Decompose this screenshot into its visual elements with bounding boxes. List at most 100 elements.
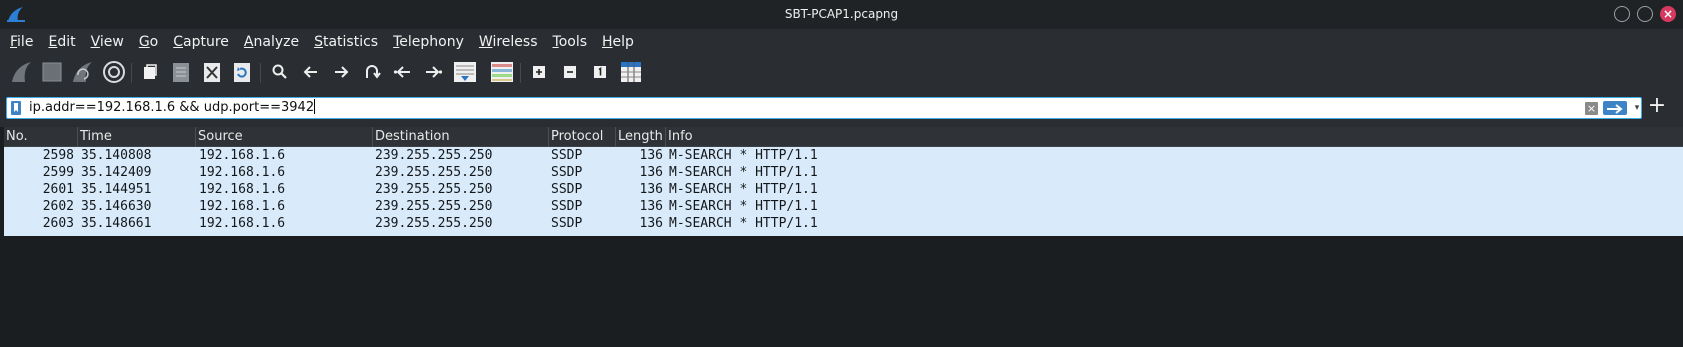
start-capture-icon[interactable] bbox=[9, 59, 35, 85]
zoom-in-icon[interactable] bbox=[526, 59, 552, 85]
restart-capture-icon[interactable] bbox=[70, 59, 96, 85]
save-file-icon[interactable] bbox=[168, 59, 194, 85]
packet-length: 136 bbox=[639, 216, 663, 231]
packet-protocol: SSDP bbox=[551, 165, 583, 180]
filter-dropdown-icon[interactable]: ▾ bbox=[1632, 101, 1642, 115]
bookmark-icon[interactable] bbox=[11, 101, 21, 115]
main-toolbar bbox=[0, 55, 1683, 91]
packet-destination: 239.255.255.250 bbox=[375, 148, 493, 163]
filter-text[interactable]: ip.addr==192.168.1.6 && udp.port==3942 bbox=[29, 100, 314, 115]
menu-go[interactable]: Go bbox=[137, 34, 160, 50]
menu-file[interactable]: File bbox=[8, 34, 35, 50]
packet-info: M-SEARCH * HTTP/1.1 bbox=[669, 199, 818, 214]
menu-tools[interactable]: Tools bbox=[551, 34, 590, 50]
packet-no: 2602 bbox=[42, 199, 74, 214]
column-header-time[interactable]: Time bbox=[78, 127, 196, 147]
packet-list[interactable]: No. Time Source Destination Protocol Len… bbox=[4, 127, 1683, 347]
normal-size-icon[interactable] bbox=[587, 59, 613, 85]
packet-source: 192.168.1.6 bbox=[199, 182, 286, 197]
packet-protocol: SSDP bbox=[551, 199, 583, 214]
packet-protocol: SSDP bbox=[551, 182, 583, 197]
go-back-icon[interactable] bbox=[298, 59, 324, 85]
packet-time: 35.144951 bbox=[81, 182, 152, 197]
go-last-icon[interactable] bbox=[420, 59, 446, 85]
packet-no: 2601 bbox=[42, 182, 74, 197]
menu-bar: File Edit View Go Capture Analyze Statis… bbox=[0, 29, 1683, 55]
packet-protocol: SSDP bbox=[551, 216, 583, 231]
packet-source: 192.168.1.6 bbox=[199, 199, 286, 214]
packet-length: 136 bbox=[639, 148, 663, 163]
packet-list-padding bbox=[4, 232, 1683, 236]
packet-destination: 239.255.255.250 bbox=[375, 199, 493, 214]
packet-length: 136 bbox=[639, 199, 663, 214]
menu-statistics[interactable]: Statistics bbox=[312, 34, 380, 50]
column-header-length[interactable]: Length bbox=[616, 127, 666, 147]
arrow-right-icon bbox=[1607, 104, 1623, 114]
packet-no: 2603 bbox=[42, 216, 74, 231]
menu-capture[interactable]: Capture bbox=[171, 34, 231, 50]
close-button[interactable]: × bbox=[1660, 6, 1676, 22]
display-filter-bar: ip.addr==192.168.1.6 && udp.port==3942 ×… bbox=[0, 91, 1683, 127]
stop-capture-icon[interactable] bbox=[39, 59, 65, 85]
column-header-source[interactable]: Source bbox=[196, 127, 373, 147]
column-header-info[interactable]: Info bbox=[666, 127, 1683, 147]
packet-row[interactable]: 2599 35.142409 192.168.1.6 239.255.255.2… bbox=[4, 164, 1683, 181]
packet-info: M-SEARCH * HTTP/1.1 bbox=[669, 216, 818, 231]
add-filter-button[interactable]: + bbox=[1646, 95, 1668, 117]
packet-time: 35.140808 bbox=[81, 148, 152, 163]
column-header-protocol[interactable]: Protocol bbox=[549, 127, 616, 147]
packet-row[interactable]: 2602 35.146630 192.168.1.6 239.255.255.2… bbox=[4, 198, 1683, 215]
packet-info: M-SEARCH * HTTP/1.1 bbox=[669, 148, 818, 163]
packet-list-header: No. Time Source Destination Protocol Len… bbox=[4, 127, 1683, 147]
close-icon: × bbox=[1662, 7, 1674, 21]
packet-time: 35.146630 bbox=[81, 199, 152, 214]
clear-filter-icon[interactable]: × bbox=[1585, 102, 1598, 115]
auto-scroll-icon[interactable] bbox=[452, 59, 478, 85]
packet-rows: 2598 35.140808 192.168.1.6 239.255.255.2… bbox=[4, 147, 1683, 236]
menu-wireless[interactable]: Wireless bbox=[477, 34, 540, 50]
resize-columns-icon[interactable] bbox=[618, 59, 644, 85]
minimize-button[interactable] bbox=[1614, 6, 1630, 22]
capture-options-icon[interactable] bbox=[101, 59, 127, 85]
menu-edit[interactable]: Edit bbox=[46, 34, 77, 50]
open-file-icon[interactable] bbox=[137, 59, 163, 85]
packet-row[interactable]: 2598 35.140808 192.168.1.6 239.255.255.2… bbox=[4, 147, 1683, 164]
packet-length: 136 bbox=[639, 165, 663, 180]
go-first-icon[interactable] bbox=[390, 59, 416, 85]
menu-telephony[interactable]: Telephony bbox=[391, 34, 466, 50]
packet-time: 35.148661 bbox=[81, 216, 152, 231]
packet-destination: 239.255.255.250 bbox=[375, 216, 493, 231]
menu-help[interactable]: Help bbox=[600, 34, 636, 50]
column-header-destination[interactable]: Destination bbox=[373, 127, 549, 147]
packet-destination: 239.255.255.250 bbox=[375, 165, 493, 180]
packet-protocol: SSDP bbox=[551, 148, 583, 163]
menu-view[interactable]: View bbox=[89, 34, 126, 50]
column-header-no[interactable]: No. bbox=[4, 127, 78, 147]
apply-filter-button[interactable] bbox=[1603, 101, 1627, 115]
zoom-out-icon[interactable] bbox=[557, 59, 583, 85]
maximize-button[interactable] bbox=[1637, 6, 1653, 22]
packet-info: M-SEARCH * HTTP/1.1 bbox=[669, 182, 818, 197]
text-cursor bbox=[314, 99, 316, 114]
packet-no: 2598 bbox=[42, 148, 74, 163]
reload-file-icon[interactable] bbox=[229, 59, 255, 85]
packet-row[interactable]: 2601 35.144951 192.168.1.6 239.255.255.2… bbox=[4, 181, 1683, 198]
packet-destination: 239.255.255.250 bbox=[375, 182, 493, 197]
go-forward-icon[interactable] bbox=[328, 59, 354, 85]
packet-length: 136 bbox=[639, 182, 663, 197]
packet-row[interactable]: 2603 35.148661 192.168.1.6 239.255.255.2… bbox=[4, 215, 1683, 232]
packet-source: 192.168.1.6 bbox=[199, 165, 286, 180]
colorize-icon[interactable] bbox=[489, 59, 515, 85]
go-to-packet-icon[interactable] bbox=[359, 59, 385, 85]
packet-no: 2599 bbox=[42, 165, 74, 180]
title-bar: SBT-PCAP1.pcapng × bbox=[0, 0, 1683, 29]
packet-time: 35.142409 bbox=[81, 165, 152, 180]
packet-source: 192.168.1.6 bbox=[199, 148, 286, 163]
packet-info: M-SEARCH * HTTP/1.1 bbox=[669, 165, 818, 180]
window-title: SBT-PCAP1.pcapng bbox=[784, 7, 899, 21]
packet-source: 192.168.1.6 bbox=[199, 216, 286, 231]
find-packet-icon[interactable] bbox=[267, 59, 293, 85]
menu-analyze[interactable]: Analyze bbox=[242, 34, 301, 50]
close-file-icon[interactable] bbox=[199, 59, 225, 85]
display-filter-input[interactable]: ip.addr==192.168.1.6 && udp.port==3942 ×… bbox=[6, 97, 1642, 119]
